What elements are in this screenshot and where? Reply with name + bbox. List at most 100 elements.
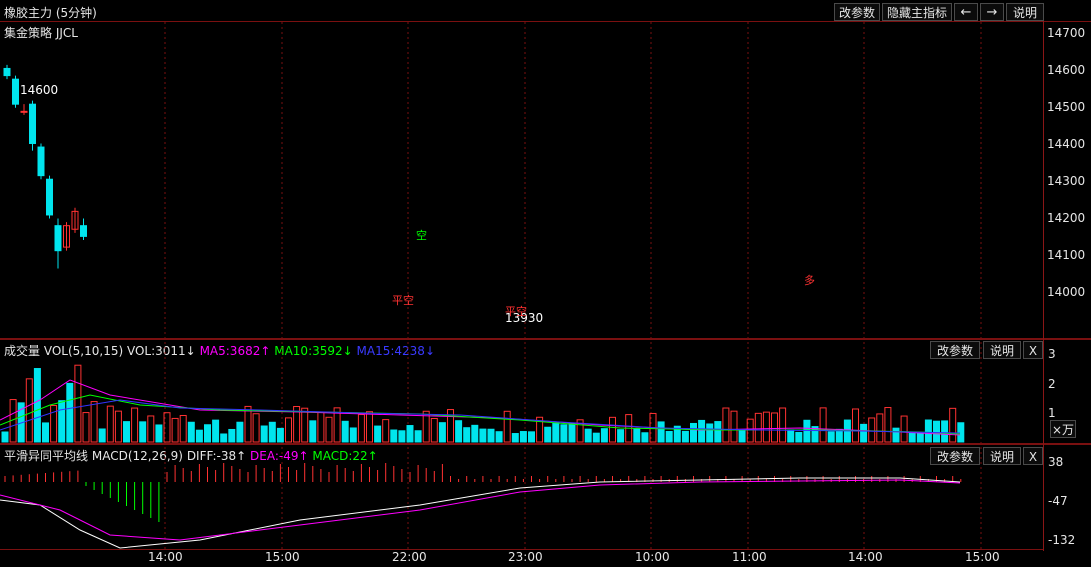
volume-bar <box>212 419 220 443</box>
volume-bar <box>860 423 868 443</box>
volume-bar <box>941 420 949 443</box>
volume-bar <box>25 378 33 443</box>
volume-bar <box>382 419 390 443</box>
volume-bar <box>892 427 900 443</box>
volume-bar <box>325 416 333 443</box>
volume-bar <box>487 428 495 443</box>
volume-bar <box>552 422 560 443</box>
volume-bar <box>908 432 916 443</box>
volume-bar <box>463 427 471 443</box>
volume-bar <box>884 407 892 443</box>
candle-body <box>20 110 28 113</box>
volume-bar <box>633 428 641 443</box>
macd-dea-line <box>0 479 961 541</box>
volume-bar <box>779 407 787 443</box>
volume-bar <box>706 423 714 443</box>
volume-bar <box>349 427 357 443</box>
volume-bar <box>560 424 568 443</box>
volume-bar <box>374 425 382 443</box>
volume-bar <box>90 401 98 443</box>
volume-bar <box>82 412 90 443</box>
volume-bar <box>876 413 884 443</box>
volume-bar <box>714 421 722 443</box>
volume-bar <box>544 426 552 443</box>
candle-body <box>12 78 19 105</box>
volume-bar <box>795 431 803 443</box>
volume-bar <box>762 411 770 443</box>
volume-bar <box>236 421 244 443</box>
volume-bar <box>268 421 276 443</box>
volume-bar <box>414 430 422 443</box>
volume-bar <box>98 428 106 443</box>
volume-bar <box>455 420 463 443</box>
volume-bar <box>609 416 616 443</box>
volume-bar <box>390 429 398 443</box>
volume-bar <box>139 421 147 443</box>
volume-bar <box>244 405 252 443</box>
volume-bar <box>916 432 924 443</box>
volume-bar <box>519 431 527 443</box>
volume-bar <box>641 432 649 443</box>
volume-bar <box>852 408 859 443</box>
volume-bar <box>252 413 260 443</box>
volume-bar <box>657 421 665 443</box>
volume-bar <box>33 368 41 443</box>
volume-bar <box>600 428 608 443</box>
signal-close-short-label: 平空 <box>392 294 414 307</box>
signal-long-label: 多 <box>804 274 815 287</box>
volume-bar <box>787 429 795 443</box>
volume-bar <box>924 419 932 443</box>
volume-bar <box>195 429 203 443</box>
candle-body <box>54 225 62 252</box>
volume-bar <box>827 431 835 443</box>
volume-bar <box>357 414 365 443</box>
volume-bar <box>155 424 163 443</box>
volume-bar <box>58 400 66 443</box>
volume-bar <box>114 410 122 443</box>
volume-bar <box>568 423 576 443</box>
volume-bar <box>220 433 228 443</box>
volume-bar <box>301 407 309 443</box>
volume-bar <box>276 427 284 443</box>
high-price-label: 14600 <box>20 83 59 97</box>
volume-bar <box>479 428 487 443</box>
volume-bar <box>698 419 706 443</box>
volume-bar <box>317 411 325 443</box>
volume-bar <box>285 417 292 443</box>
volume-bar <box>617 429 625 443</box>
price-chart-canvas <box>0 22 982 549</box>
volume-bar <box>471 424 479 443</box>
volume-bar <box>681 430 689 443</box>
volume-bar <box>179 414 187 443</box>
volume-bar <box>528 431 535 443</box>
signal-close-short-label-2: 平空 <box>505 305 527 318</box>
volume-bar <box>511 433 519 443</box>
volume-bar <box>771 412 778 443</box>
volume-bar <box>204 424 211 443</box>
volume-bar <box>187 421 195 443</box>
volume-bar <box>495 431 503 443</box>
volume-bar <box>123 421 130 443</box>
volume-bar <box>406 425 414 443</box>
volume-bar <box>933 420 940 443</box>
volume-bar <box>690 422 697 443</box>
volume-bar <box>503 410 511 443</box>
volume-bar <box>754 412 762 443</box>
volume-bar <box>106 405 114 443</box>
candle-body <box>3 67 11 77</box>
volume-bar <box>949 407 957 443</box>
volume-bar <box>819 407 827 443</box>
volume-bar <box>868 417 876 443</box>
volume-bar <box>309 420 317 443</box>
candle-body <box>29 103 36 144</box>
volume-bar <box>131 407 139 443</box>
volume-bar <box>592 432 600 443</box>
volume-bar <box>171 417 179 443</box>
candle-body <box>37 146 45 177</box>
volume-bar <box>957 422 965 443</box>
volume-bar <box>398 430 406 443</box>
volume-bar <box>341 420 349 443</box>
volume-bar <box>42 422 49 443</box>
volume-bar <box>228 428 236 443</box>
volume-bar <box>1 431 9 443</box>
